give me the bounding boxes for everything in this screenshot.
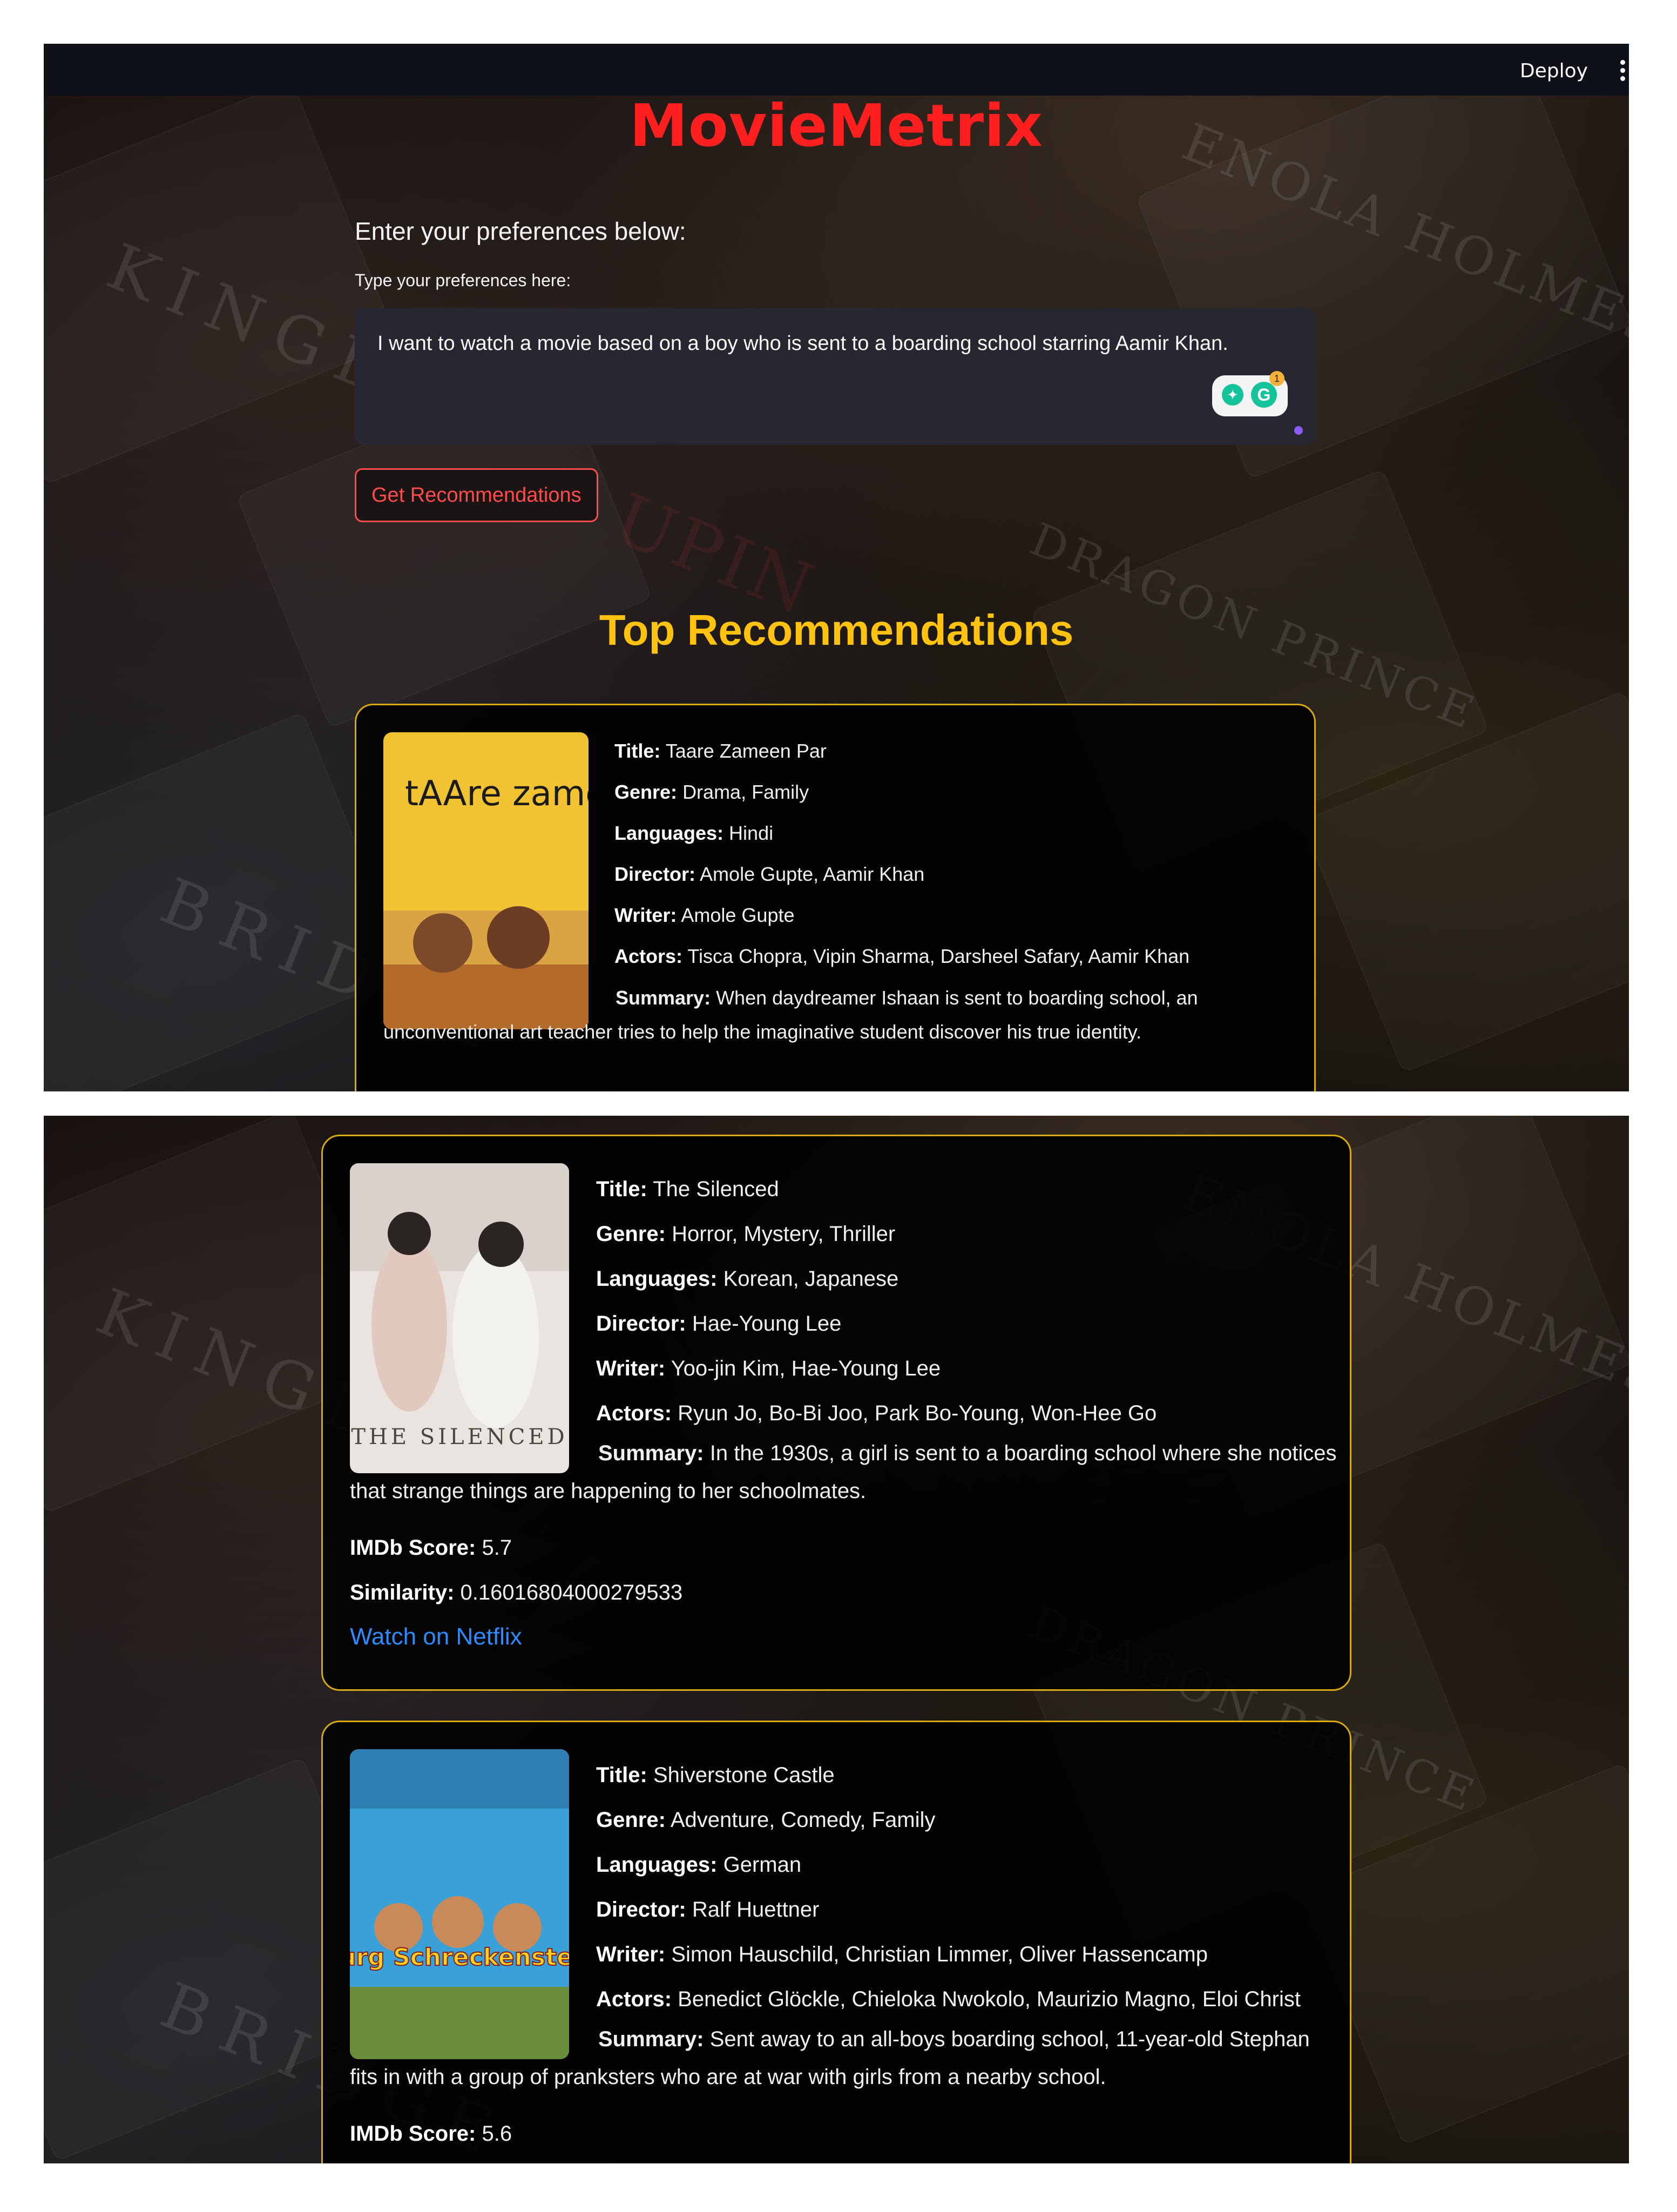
movie-writer: Writer: Simon Hauschild, Christian Limme… (596, 1943, 1208, 1966)
lightbulb-icon: ✦ (1222, 384, 1243, 406)
movie-title: Title: The Silenced (596, 1177, 779, 1201)
main-menu-icon[interactable] (1616, 57, 1629, 85)
movie-director: Director: Hae-Young Lee (596, 1312, 842, 1336)
movie-actors: Actors: Benedict Glöckle, Chieloka Nwoko… (596, 1987, 1301, 2011)
movie-actors: Actors: Ryun Jo, Bo-Bi Joo, Park Bo-Youn… (596, 1401, 1157, 1425)
recommendations-heading: Top Recommendations (599, 606, 1074, 654)
movie-title: Title: Taare Zameen Par (614, 740, 827, 762)
movie-title: Title: Shiverstone Castle (596, 1763, 835, 1787)
movie-summary: Summary: When daydreamer Ishaan is sent … (383, 987, 1198, 1043)
movie-writer: Writer: Amole Gupte (614, 904, 795, 926)
preferences-text: I want to watch a movie based on a boy w… (377, 332, 1228, 355)
movie-actors: Actors: Tisca Chopra, Vipin Sharma, Dars… (614, 945, 1190, 967)
movie-director: Director: Amole Gupte, Aamir Khan (614, 863, 925, 885)
preferences-field-label: Type your preferences here: (355, 271, 571, 290)
movie-card: Burg Schreckenstein Title: Shiverstone C… (321, 1721, 1351, 2163)
movie-genre: Genre: Drama, Family (614, 781, 809, 803)
movie-summary: Summary: In the 1930s, a girl is sent to… (350, 1441, 1337, 1503)
poster-title: tAAre zameeN Par (405, 774, 589, 814)
movie-director: Director: Ralf Huettner (596, 1898, 820, 1921)
preferences-textarea[interactable]: I want to watch a movie based on a boy w… (355, 308, 1316, 444)
movie-card: tAAre zameeN Par Title: Taare Zameen Par… (355, 704, 1316, 1091)
poster-title: Burg Schreckenstein (350, 1944, 569, 1971)
deploy-button[interactable]: Deploy (1518, 56, 1590, 86)
movie-summary: Summary: Sent away to an all-boys boardi… (350, 2027, 1310, 2089)
movie-languages: Languages: German (596, 1853, 802, 1877)
movie-languages: Languages: Hindi (614, 822, 774, 844)
movie-card: THE SILENCED Title: The Silenced Genre: … (321, 1135, 1351, 1691)
watch-on-netflix-link[interactable]: Watch on Netflix (350, 1623, 522, 1650)
movie-imdb-score: IMDb Score: 5.6 (350, 2122, 512, 2146)
movie-writer: Writer: Yoo-jin Kim, Hae-Young Lee (596, 1357, 941, 1380)
movie-poster: THE SILENCED (350, 1163, 569, 1473)
screenshot-panel-top: KINGDO BRIDGE ENOLA HOLMES DRAGON PRINCE… (44, 44, 1629, 1091)
movie-similarity: Similarity: 0.16016804000279533 (350, 1581, 683, 1604)
get-recommendations-button[interactable]: Get Recommendations (355, 468, 598, 522)
movie-imdb-score: IMDb Score: 5.7 (350, 1536, 512, 1560)
preferences-prompt: Enter your preferences below: (355, 217, 686, 245)
top-toolbar: Deploy (44, 44, 1629, 96)
resize-handle-icon[interactable] (1294, 426, 1303, 435)
movie-poster: Burg Schreckenstein (350, 1749, 569, 2059)
movie-languages: Languages: Korean, Japanese (596, 1267, 899, 1291)
grammarly-icon: G (1251, 382, 1277, 408)
app-title: MovieMetrix (630, 92, 1043, 160)
grammarly-widget[interactable]: ✦ G 1 (1212, 371, 1288, 416)
suggestion-count-badge: 1 (1269, 371, 1284, 386)
screenshot-panel-bottom: KINGDO BRIDGE ENOLA HOLMES DRAGON PRINCE… (44, 1116, 1629, 2163)
movie-genre: Genre: Horror, Mystery, Thriller (596, 1222, 896, 1246)
movie-genre: Genre: Adventure, Comedy, Family (596, 1808, 936, 1832)
